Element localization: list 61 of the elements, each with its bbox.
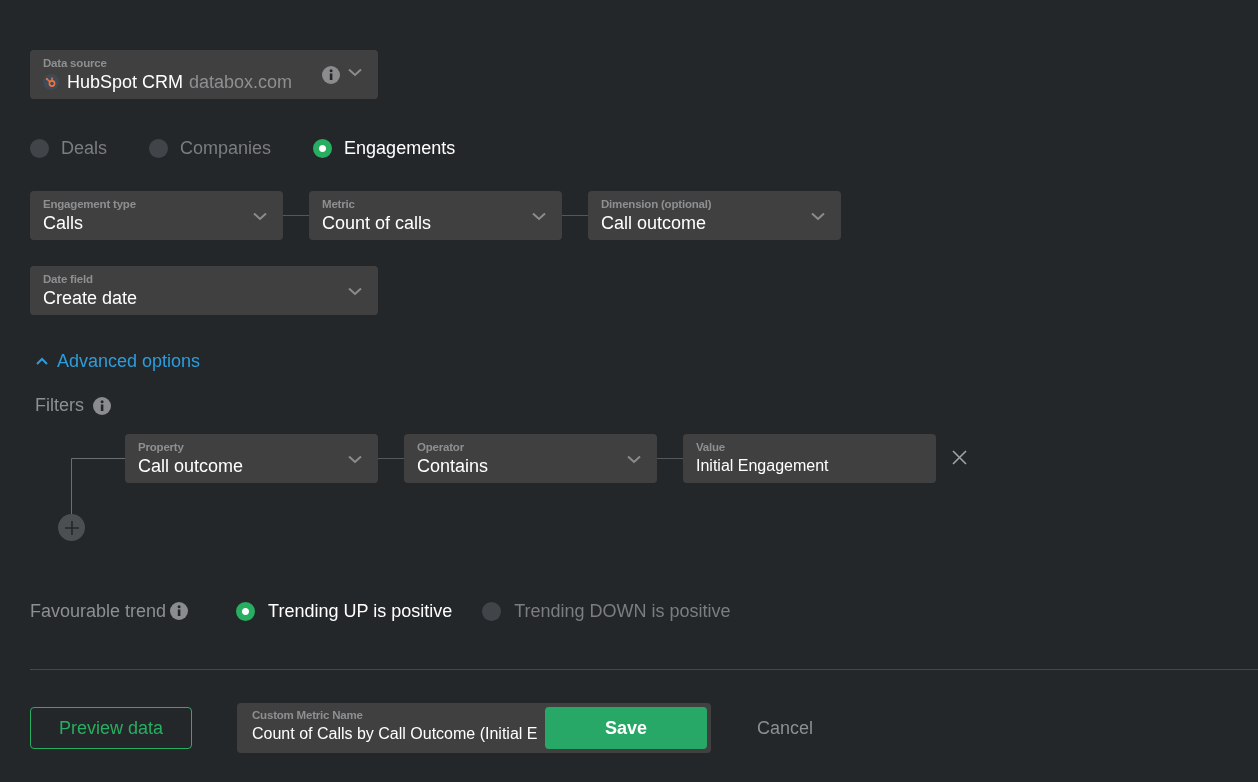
chevron-down-icon: [348, 67, 362, 77]
chevron-down-icon: [348, 286, 362, 296]
dropdown-field[interactable]: Dimension (optional) Call outcome: [588, 191, 841, 240]
radio-button[interactable]: [236, 601, 256, 621]
info-icon: [322, 66, 340, 84]
chevron-down-icon: [811, 211, 825, 221]
radio-button[interactable]: [313, 138, 333, 158]
field-label: Custom Metric Name: [252, 709, 364, 722]
field-value: Calls: [43, 212, 84, 235]
dropdown-field[interactable]: Engagement type Calls: [30, 191, 283, 240]
field-value: Initial Engagement: [696, 456, 829, 476]
tree-connector-line: [71, 458, 125, 514]
advanced-options-toggle[interactable]: Advanced options: [30, 351, 201, 372]
field-label: Dimension (optional): [601, 198, 712, 211]
chevron-down-icon: [627, 454, 641, 464]
info-icon: [93, 396, 111, 415]
field-label: Data source: [43, 57, 108, 70]
field-label: Property: [138, 441, 185, 454]
chevron-down-icon: [348, 454, 362, 464]
chevron-down-icon: [532, 211, 546, 221]
dropdown-field[interactable]: Metric Count of calls: [309, 191, 562, 240]
radio-button[interactable]: [482, 601, 502, 621]
trend-label: Favourable trend: [30, 600, 167, 622]
field-value: Contains: [417, 455, 489, 478]
preview-data-button[interactable]: Preview data: [30, 707, 192, 749]
field-label: Operator: [417, 441, 465, 454]
dropdown-field[interactable]: Date field Create date: [30, 266, 378, 315]
field-value: Create date: [43, 287, 138, 310]
radio-button[interactable]: [149, 138, 169, 158]
remove-filter-button[interactable]: [952, 450, 967, 465]
metric-name-field[interactable]: Custom Metric Name Count of Calls by Call Outcome (Initial E Save: [237, 703, 711, 753]
field-label: Metric: [322, 198, 356, 211]
value-input-field[interactable]: Value Initial Engagement: [683, 434, 936, 483]
radio-button[interactable]: [30, 138, 49, 158]
field-label: Value: [696, 441, 727, 454]
radio-option[interactable]: Companies: [149, 137, 272, 159]
field-value: Call outcome: [138, 455, 244, 478]
filters-label: Filters: [35, 395, 84, 416]
dropdown-field[interactable]: Operator Contains: [404, 434, 657, 483]
info-icon: [170, 602, 189, 620]
field-value: Count of calls: [322, 212, 432, 235]
field-label: Date field: [43, 273, 94, 286]
field-label: Engagement type: [43, 198, 136, 211]
field-value: Call outcome: [601, 212, 708, 235]
radio-option[interactable]: Deals: [30, 137, 108, 159]
data-source-dropdown[interactable]: Data source HubSpot CRM databox.com: [30, 50, 378, 99]
cancel-button[interactable]: Cancel: [749, 713, 822, 743]
dropdown-field[interactable]: Property Call outcome: [125, 434, 378, 483]
add-filter-button[interactable]: [58, 514, 85, 541]
radio-option[interactable]: Engagements: [313, 137, 456, 159]
radio-label: Engagements: [344, 137, 456, 159]
data-source-name: HubSpot CRM: [67, 71, 184, 94]
chevron-down-icon: [253, 211, 267, 221]
radio-label: Deals: [61, 137, 108, 159]
field-value: Count of Calls by Call Outcome (Initial E: [252, 724, 538, 744]
chevron-up-icon: [36, 357, 48, 366]
radio-label: Companies: [180, 137, 272, 159]
data-source-account: databox.com: [189, 71, 293, 94]
close-icon: [952, 450, 967, 465]
hubspot-logo-icon: [43, 74, 59, 90]
plus-icon: [64, 520, 79, 535]
